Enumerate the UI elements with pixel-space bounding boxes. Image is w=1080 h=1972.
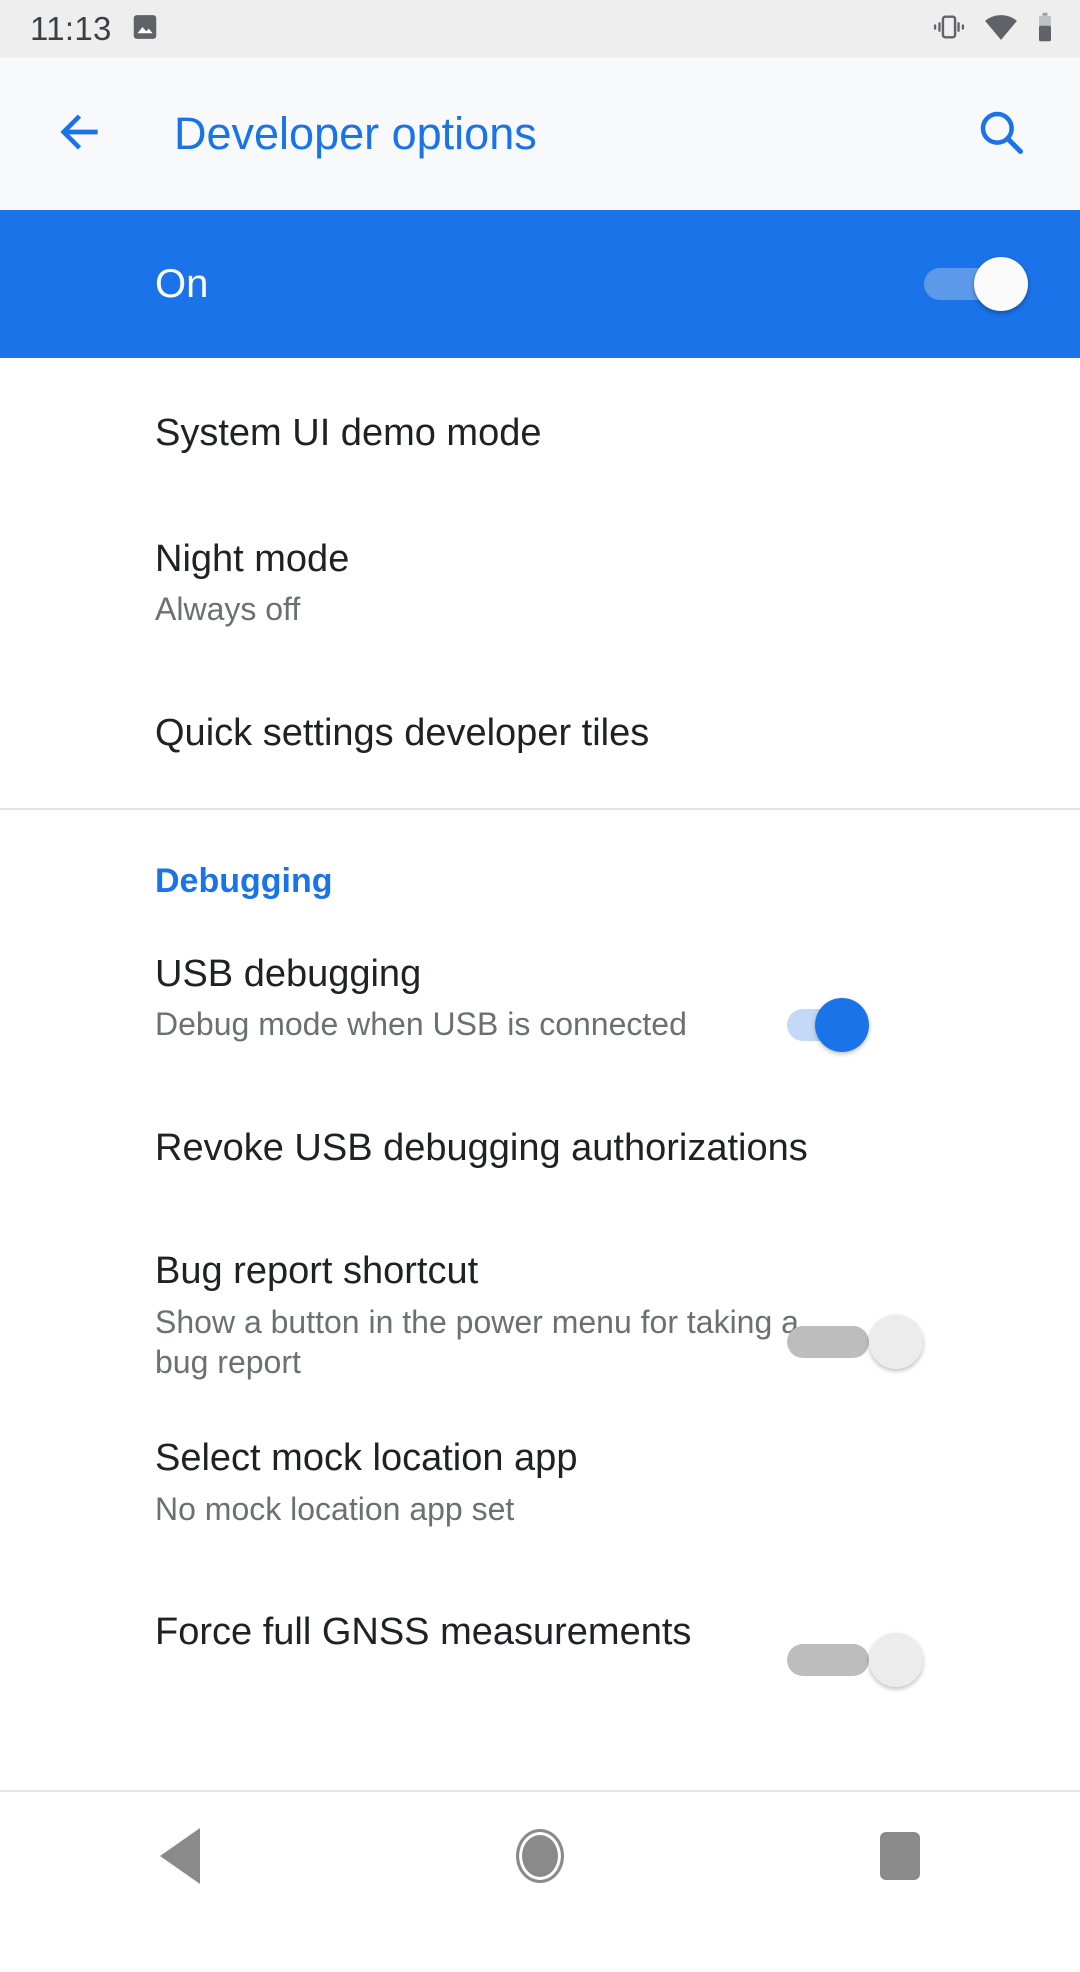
row-text: Night mode Always off — [155, 511, 845, 656]
navigation-bar — [0, 1792, 1080, 1920]
nav-recents-button[interactable] — [825, 1792, 975, 1920]
toggle-thumb — [815, 998, 869, 1052]
row-text: Bug report shortcut Show a button in the… — [155, 1223, 845, 1408]
search-icon — [975, 106, 1027, 163]
row-title: Bug report shortcut — [155, 1250, 479, 1292]
app-bar: Developer options — [0, 58, 1080, 210]
list-item-force-full-gnss-measurements[interactable]: Force full GNSS measurements — [0, 1558, 1080, 1708]
row-text: Quick settings developer tiles — [155, 685, 845, 782]
row-title: Force full GNSS measurements — [155, 1611, 692, 1654]
master-switch-label: On — [155, 261, 209, 306]
back-arrow-icon — [51, 104, 107, 165]
list-item-night-mode[interactable]: Night mode Always off — [0, 508, 1080, 658]
row-text: Select mock location app No mock locatio… — [155, 1410, 845, 1555]
toggle-thumb — [974, 257, 1028, 311]
row-title: USB debugging — [155, 952, 422, 995]
wifi-icon — [984, 13, 1018, 46]
row-text: USB debugging Debug mode when USB is con… — [155, 926, 845, 1071]
row-title: Night mode — [155, 537, 350, 580]
row-text: Revoke USB debugging authorizations — [155, 1100, 845, 1197]
row-subtitle: No mock location app set — [155, 1491, 515, 1528]
list-item-quick-settings-developer-tiles[interactable]: Quick settings developer tiles — [0, 658, 1080, 808]
row-title: Quick settings developer tiles — [155, 711, 650, 754]
status-bar-left: 11:13 — [30, 10, 160, 48]
list-item-select-mock-location-app[interactable]: Select mock location app No mock locatio… — [0, 1408, 1080, 1558]
toggle-thumb — [869, 1315, 923, 1370]
row-title: Select mock location app — [155, 1437, 578, 1480]
row-subtitle: Show a button in the power menu for taki… — [155, 1303, 799, 1380]
battery-icon — [1036, 12, 1054, 47]
image-icon — [130, 12, 160, 47]
nav-back-triangle-icon — [160, 1828, 200, 1884]
toggle-track — [787, 1326, 869, 1359]
row-subtitle: Debug mode when USB is connected — [155, 1006, 687, 1043]
status-bar: 11:13 — [0, 0, 1080, 58]
list-item-system-ui-demo-mode[interactable]: System UI demo mode — [0, 358, 1080, 508]
row-title: System UI demo mode — [155, 411, 542, 454]
list-item-revoke-usb-debugging-authorizations[interactable]: Revoke USB debugging authorizations — [0, 1073, 1080, 1223]
row-title: Revoke USB debugging authorizations — [155, 1126, 808, 1169]
list-item-bug-report-shortcut[interactable]: Bug report shortcut Show a button in the… — [0, 1223, 1080, 1408]
back-button[interactable] — [36, 91, 122, 177]
vibrate-icon — [932, 12, 966, 47]
settings-list: System UI demo mode Night mode Always of… — [0, 358, 1080, 1708]
toggle-thumb — [869, 1632, 923, 1687]
toggle-track — [787, 1643, 869, 1676]
developer-options-master-row[interactable]: On — [0, 210, 1080, 358]
nav-home-button[interactable] — [465, 1792, 615, 1920]
page-title: Developer options — [174, 108, 537, 159]
nav-recents-square-icon — [880, 1832, 920, 1880]
row-text: Force full GNSS measurements — [155, 1584, 845, 1681]
list-item-usb-debugging[interactable]: USB debugging Debug mode when USB is con… — [0, 923, 1080, 1073]
status-bar-right — [932, 12, 1054, 47]
row-text: System UI demo mode — [155, 385, 845, 482]
search-button[interactable] — [958, 91, 1044, 177]
status-clock: 11:13 — [30, 10, 112, 47]
master-switch-toggle[interactable] — [924, 257, 1028, 311]
section-header-debugging: Debugging — [155, 862, 333, 900]
nav-home-circle-icon — [516, 1829, 564, 1883]
settings-scroll-container[interactable]: System UI demo mode Night mode Always of… — [0, 358, 1080, 1972]
row-subtitle: Always off — [155, 591, 301, 628]
nav-back-button[interactable] — [105, 1792, 255, 1920]
